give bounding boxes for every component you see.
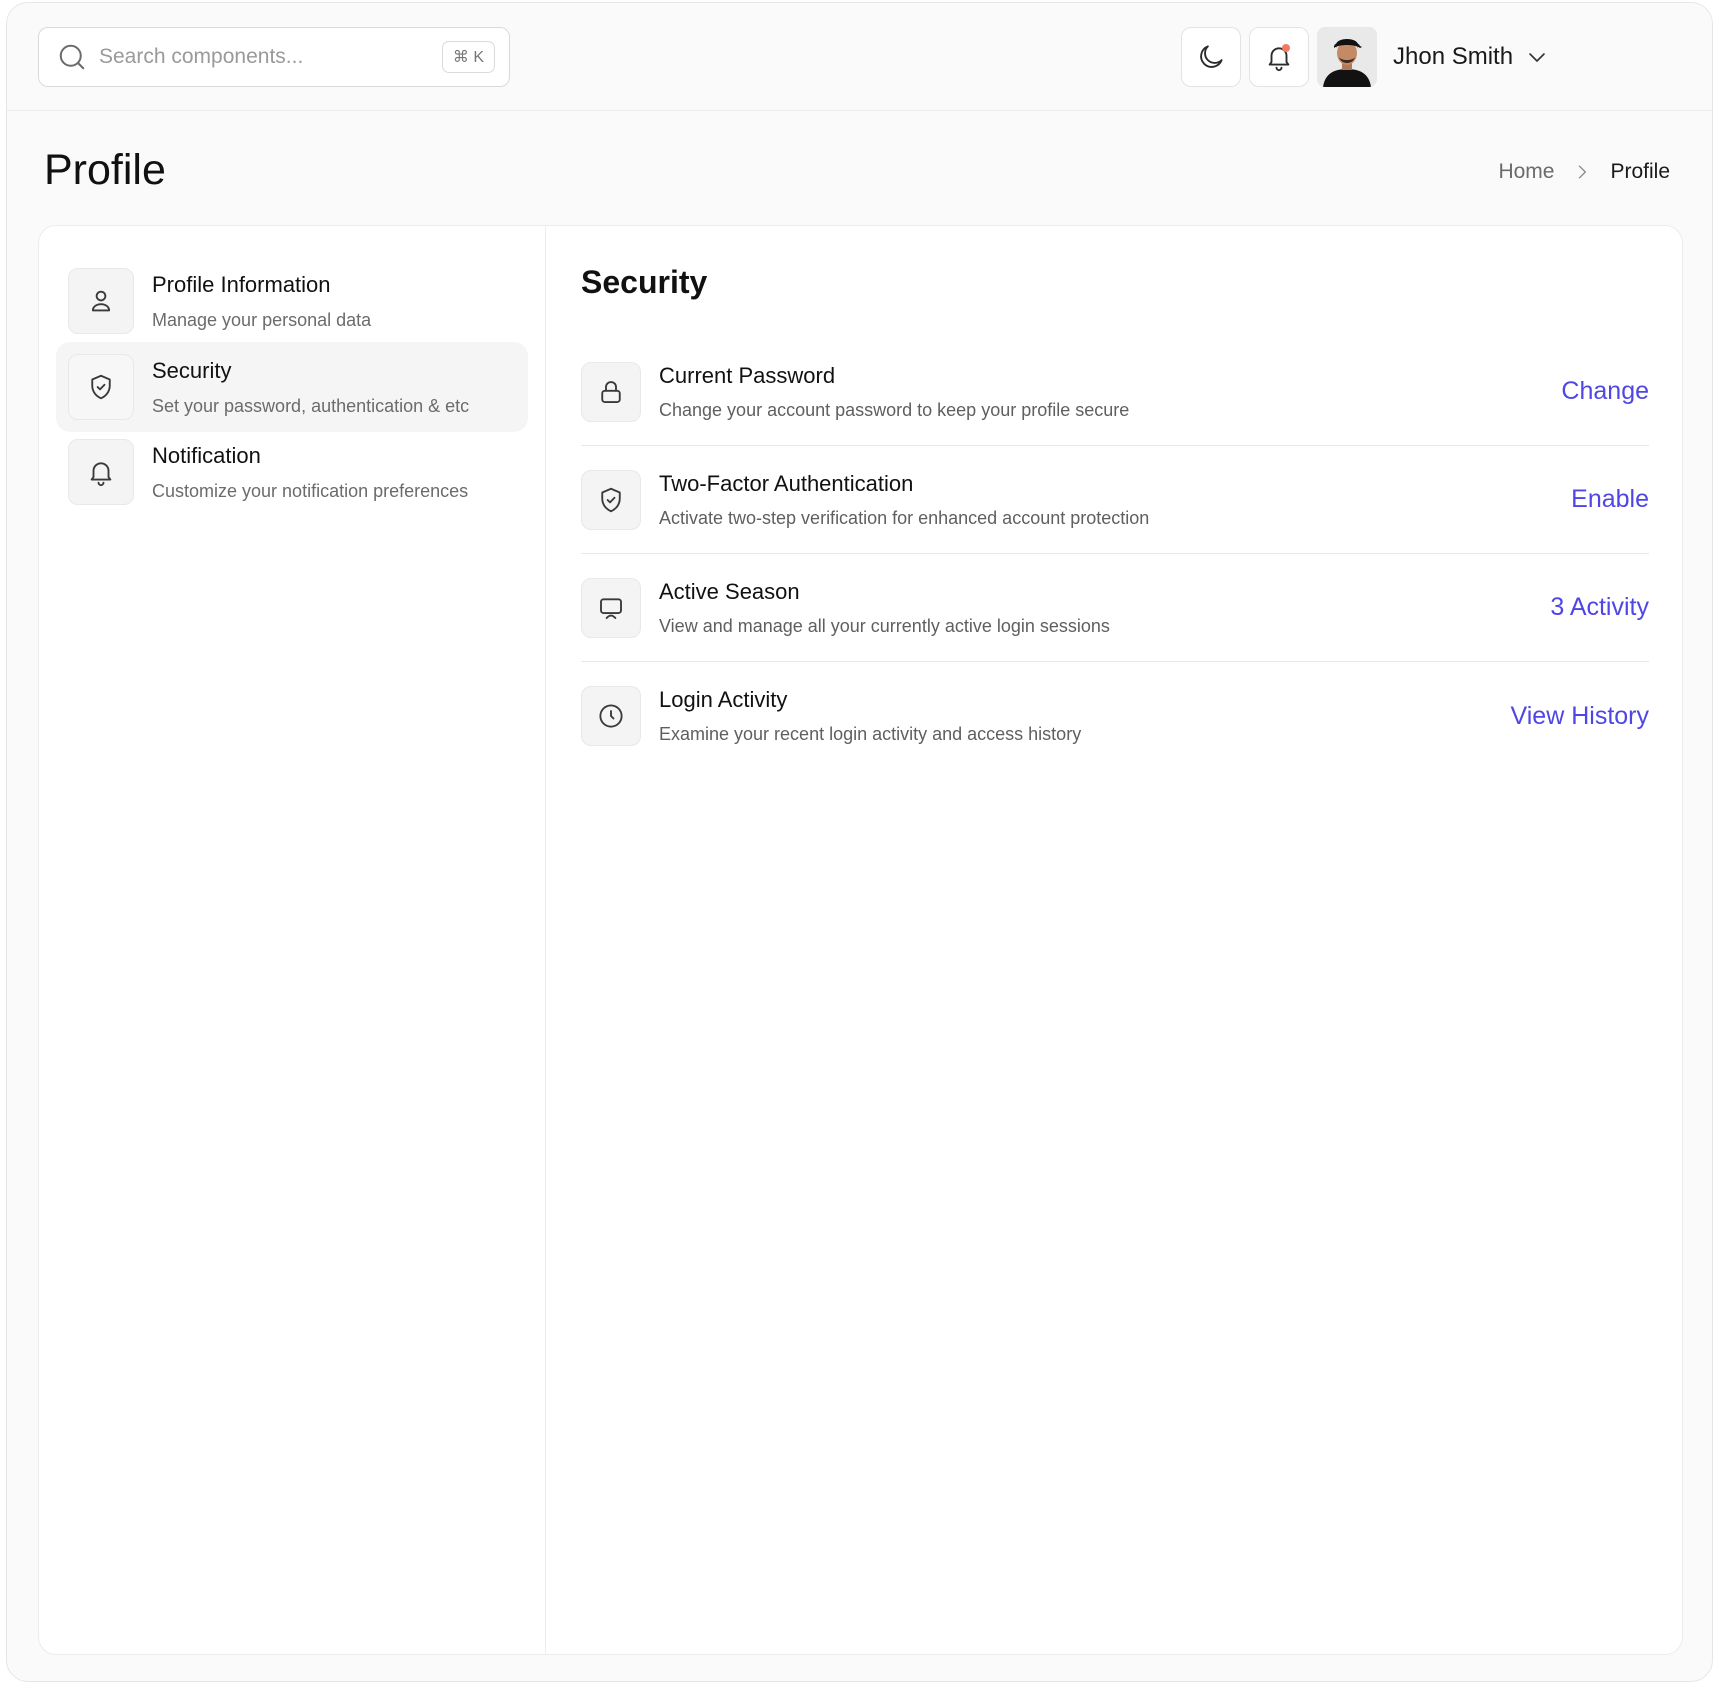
security-row-two-factor: Two-Factor Authentication Activate two-s… xyxy=(581,446,1649,554)
search-box[interactable]: ⌘ K xyxy=(38,27,510,87)
breadcrumb-current: Profile xyxy=(1610,160,1670,183)
row-icon-tile xyxy=(581,361,641,422)
row-title: Two-Factor Authentication xyxy=(659,470,914,496)
theme-toggle-button[interactable] xyxy=(1181,27,1241,87)
active-sessions-link[interactable]: 3 Activity xyxy=(1550,593,1649,622)
view-history-link[interactable]: View History xyxy=(1511,702,1649,731)
search-icon xyxy=(59,44,85,70)
page-title: Profile xyxy=(44,146,166,194)
shield-check-icon xyxy=(601,487,621,512)
search-input[interactable] xyxy=(99,45,442,69)
avatar xyxy=(1317,27,1377,87)
user-name: Jhon Smith xyxy=(1393,43,1514,70)
sidebar-item-profile-information[interactable]: Profile Information Manage your personal… xyxy=(56,256,528,346)
settings-sidebar: Profile Information Manage your personal… xyxy=(39,226,546,1654)
shield-check-icon xyxy=(91,374,111,400)
sidebar-icon-tile xyxy=(68,268,134,334)
notifications-button[interactable] xyxy=(1249,27,1309,87)
sidebar-item-title: Notification xyxy=(152,442,261,468)
search-shortcut-badge: ⌘ K xyxy=(441,41,495,73)
user-icon xyxy=(91,290,111,312)
row-description: Examine your recent login activity and a… xyxy=(659,724,1082,744)
clock-icon xyxy=(599,704,623,728)
security-row-active-season: Active Season View and manage all your c… xyxy=(581,554,1649,662)
monitor-icon xyxy=(600,597,622,619)
change-password-link[interactable]: Change xyxy=(1561,377,1649,406)
row-description: View and manage all your currently activ… xyxy=(659,615,1110,636)
sidebar-icon-tile xyxy=(68,354,134,420)
sidebar-item-title: Profile Information xyxy=(152,271,331,297)
sidebar-item-notification[interactable]: Notification Customize your notification… xyxy=(56,427,528,517)
row-icon-tile xyxy=(581,469,641,530)
row-title: Active Season xyxy=(659,578,800,604)
app-window: ⌘ K xyxy=(6,2,1713,1682)
sidebar-icon-tile xyxy=(68,439,134,505)
row-description: Activate two-step verification for enhan… xyxy=(659,507,1150,528)
lock-icon xyxy=(601,380,621,403)
top-bar: ⌘ K xyxy=(7,3,1712,111)
sidebar-item-description: Manage your personal data xyxy=(152,309,372,330)
row-icon-tile xyxy=(581,577,641,638)
moon-icon xyxy=(1200,45,1223,68)
notification-badge xyxy=(1282,44,1290,52)
row-icon-tile xyxy=(581,686,641,746)
sidebar-item-security[interactable]: Security Set your password, authenticati… xyxy=(56,342,528,432)
row-title: Login Activity xyxy=(659,687,788,712)
row-description: Change your account password to keep you… xyxy=(659,399,1130,420)
breadcrumb-home-link[interactable]: Home xyxy=(1498,160,1554,184)
enable-2fa-link[interactable]: Enable xyxy=(1571,485,1649,514)
sidebar-item-title: Security xyxy=(152,357,232,383)
chevron-down-icon xyxy=(1529,53,1545,62)
sidebar-item-description: Set your password, authentication & etc xyxy=(152,395,470,416)
security-row-current-password: Current Password Change your account pas… xyxy=(581,338,1649,446)
breadcrumb: Home Profile xyxy=(1498,160,1670,184)
security-panel: Security Current Password Change your ac… xyxy=(546,226,1682,1654)
row-title: Current Password xyxy=(659,362,836,388)
user-menu[interactable]: Jhon Smith xyxy=(1317,27,1549,87)
bell-icon xyxy=(90,462,112,487)
settings-card: Profile Information Manage your personal… xyxy=(38,225,1683,1655)
security-row-login-activity: Login Activity Examine your recent login… xyxy=(581,662,1649,770)
chevron-right-icon xyxy=(1579,165,1587,179)
section-title: Security xyxy=(581,264,708,300)
sidebar-item-description: Customize your notification preferences xyxy=(152,480,469,501)
